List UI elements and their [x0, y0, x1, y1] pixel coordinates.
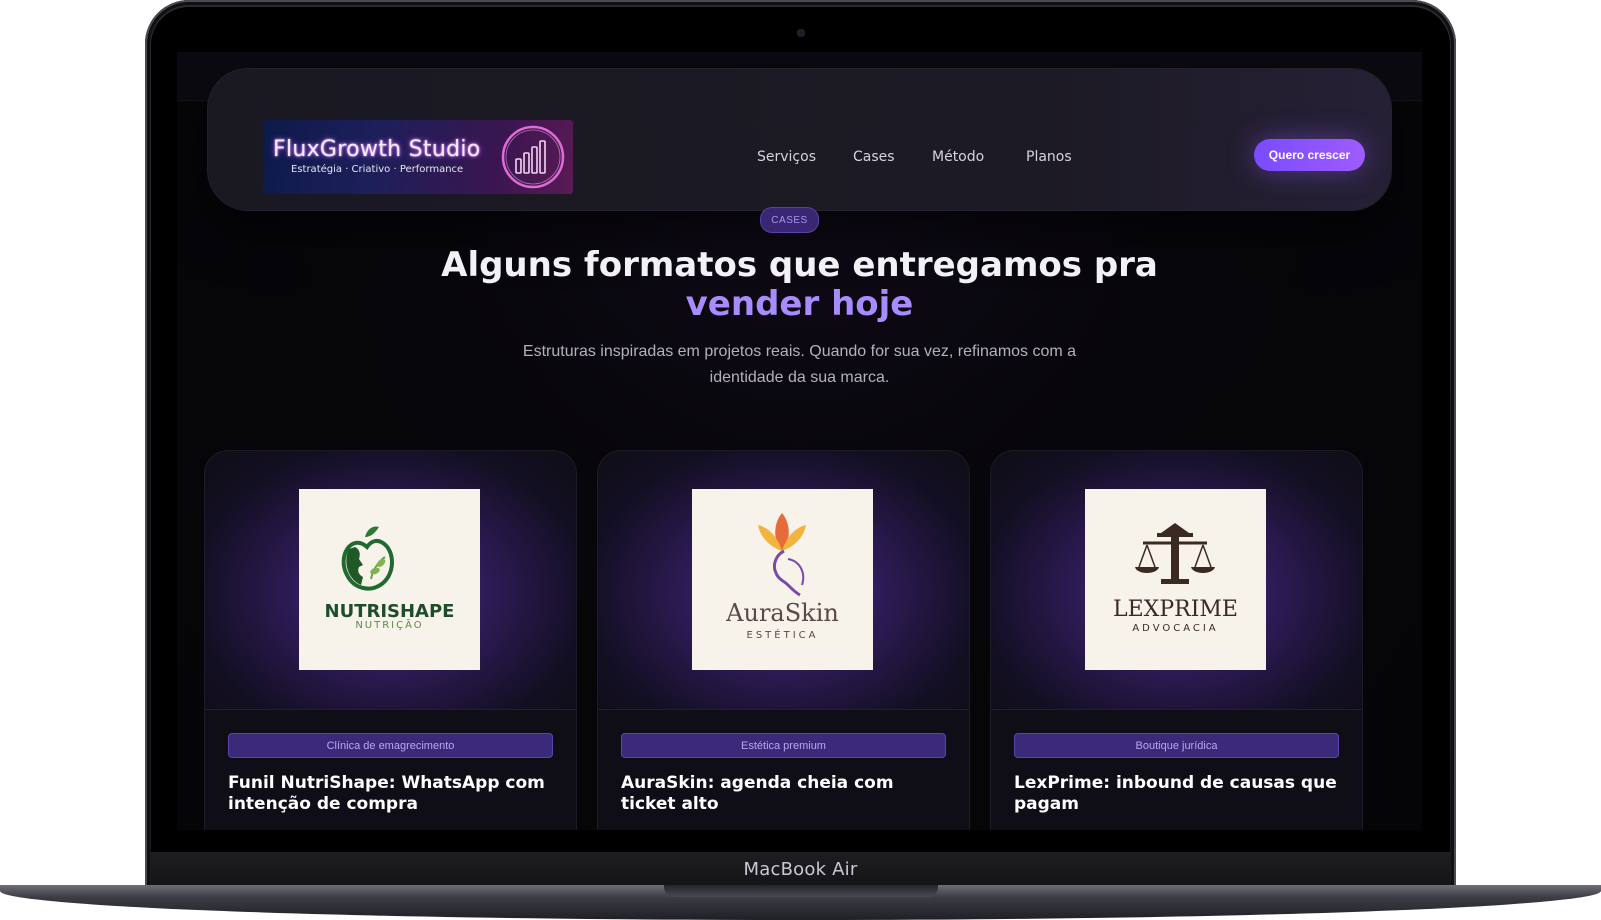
- scales-icon: [1135, 523, 1215, 584]
- browser-viewport[interactable]: FluxGrowth Studio Estratégia · Criativo …: [177, 52, 1422, 830]
- case-tag: Boutique jurídica: [1014, 733, 1339, 758]
- camera-icon: [797, 29, 805, 37]
- section-pill-cases: CASES: [760, 207, 819, 233]
- section-subtitle: Estruturas inspiradas em projetos reais.…: [522, 343, 1077, 386]
- case-logo-sub: ESTÉTICA: [746, 630, 819, 641]
- nav-link-metodo[interactable]: Método: [932, 149, 984, 165]
- nav-link-cases[interactable]: Cases: [853, 149, 895, 165]
- case-logo-sub: NUTRIÇÃO: [355, 620, 424, 631]
- case-title[interactable]: LexPrime: inbound de causas que pagam: [1014, 773, 1344, 815]
- case-logo-brand: LEXPRIME: [1113, 597, 1238, 622]
- case-card-nutrishape[interactable]: NUTRISHAPE NUTRIÇÃO Clínica de emagrecim…: [204, 450, 577, 830]
- case-tag: Clínica de emagrecimento: [228, 733, 553, 758]
- logo-title: FluxGrowth Studio: [273, 137, 481, 162]
- device-label: MacBook Air: [743, 859, 858, 880]
- logo-tagline: Estratégia · Criativo · Performance: [291, 164, 464, 175]
- case-logo-nutrishape: NUTRISHAPE NUTRIÇÃO: [299, 489, 480, 670]
- case-card-auraskin[interactable]: AuraSkin ESTÉTICA Estética premium AuraS…: [597, 450, 970, 830]
- case-card-lexprime[interactable]: LEXPRIME ADVOCACIA Boutique jurídica Lex…: [990, 450, 1363, 830]
- heading-highlight: vender hoje: [685, 284, 914, 324]
- case-media: AuraSkin ESTÉTICA: [598, 451, 969, 710]
- case-logo-brand: AuraSkin: [726, 599, 839, 627]
- case-logo-brand: NUTRISHAPE: [324, 601, 455, 622]
- nav-link-servicos[interactable]: Serviços: [757, 149, 816, 165]
- lotus-face-icon: [758, 513, 806, 597]
- case-media: LEXPRIME ADVOCACIA: [991, 451, 1362, 710]
- brand-logo[interactable]: FluxGrowth Studio Estratégia · Criativo …: [263, 120, 573, 194]
- nav-link-planos[interactable]: Planos: [1026, 149, 1072, 165]
- laptop-hinge-notch: [664, 885, 938, 897]
- growth-chart-icon: [501, 125, 565, 189]
- laptop-chin: MacBook Air: [151, 852, 1450, 887]
- section-heading: Alguns formatos que entregamos pra vende…: [177, 246, 1422, 324]
- case-logo-auraskin: AuraSkin ESTÉTICA: [692, 489, 873, 670]
- site-header: FluxGrowth Studio Estratégia · Criativo …: [208, 69, 1391, 210]
- case-media: NUTRISHAPE NUTRIÇÃO: [205, 451, 576, 710]
- case-title[interactable]: AuraSkin: agenda cheia com ticket alto: [621, 773, 951, 815]
- case-tag: Estética premium: [621, 733, 946, 758]
- case-logo-sub: ADVOCACIA: [1132, 623, 1219, 634]
- heading-line-1: Alguns formatos que entregamos pra: [441, 245, 1158, 285]
- case-logo-lexprime: LEXPRIME ADVOCACIA: [1085, 489, 1266, 670]
- cta-quero-crescer-button[interactable]: Quero crescer: [1254, 139, 1365, 171]
- case-title[interactable]: Funil NutriShape: WhatsApp com intenção …: [228, 773, 558, 815]
- apple-face-icon: [341, 526, 394, 591]
